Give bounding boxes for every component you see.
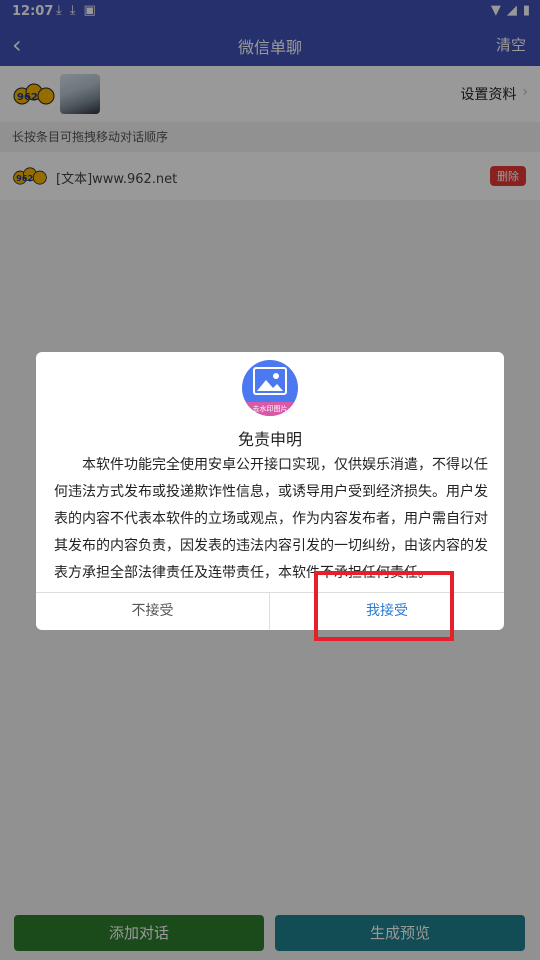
- icon-caption: 去水印图片: [242, 402, 298, 416]
- reject-button[interactable]: 不接受: [36, 593, 270, 630]
- dialog-body: 本软件功能完全使用安卓公开接口实现，仅供娱乐消遣，不得以任何违法方式发布或投递欺…: [54, 457, 488, 581]
- highlight-box: [314, 571, 454, 641]
- dialog-title: 免责申明: [237, 430, 302, 449]
- image-icon: 去水印图片: [242, 360, 298, 416]
